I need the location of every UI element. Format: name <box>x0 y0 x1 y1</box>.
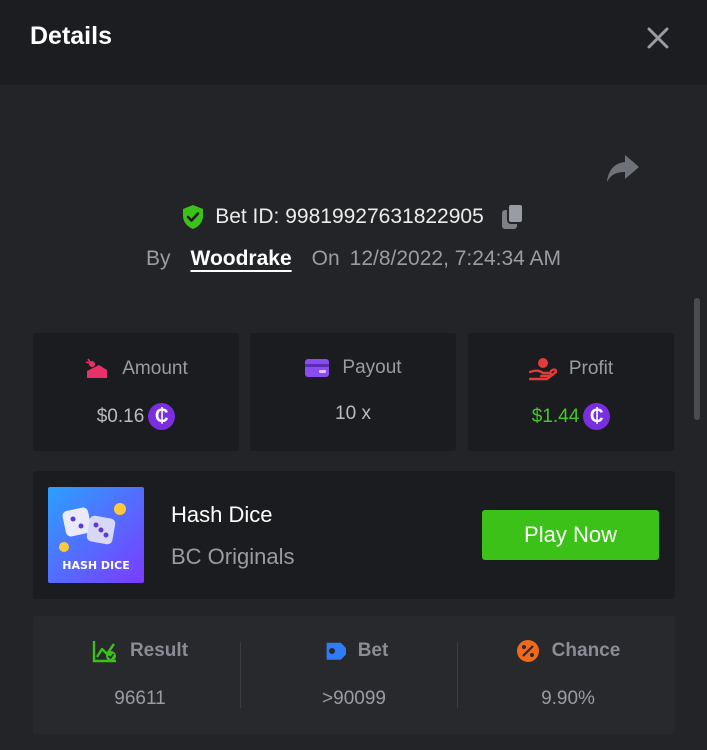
share-button[interactable] <box>604 152 642 186</box>
chance-value: 9.90% <box>541 688 595 709</box>
chance-column: Chance 9.90% <box>461 616 675 734</box>
game-card: HASH DICE Hash Dice BC Originals Play No… <box>33 471 675 599</box>
share-icon <box>607 155 639 182</box>
play-now-button[interactable]: Play Now <box>482 510 659 560</box>
percent-icon <box>516 640 539 662</box>
payout-card: Payout 10 x <box>250 333 456 451</box>
thumb-caption: HASH DICE <box>62 559 130 572</box>
result-value: 96611 <box>114 688 166 709</box>
result-label: Result <box>129 640 189 661</box>
result-column: Result 96611 <box>33 616 247 734</box>
details-header: Details <box>0 0 707 85</box>
amount-card: Amount $0.16 ₵ <box>33 333 239 451</box>
bet-id-row: Bet ID: 99819927631822905 <box>0 200 707 234</box>
profit-card: Profit $1.44 ₵ <box>468 333 674 451</box>
on-label: On <box>311 247 340 270</box>
divider <box>457 642 458 708</box>
username-link[interactable]: Woodrake <box>191 247 292 271</box>
amount-icon <box>85 358 108 378</box>
close-icon <box>647 27 669 49</box>
bet-label: Bet <box>357 640 389 661</box>
chance-label: Chance <box>551 640 621 661</box>
profit-value: $1.44 <box>531 405 580 427</box>
result-card: Result 96611 Bet >90099 Chance 9.90% <box>33 616 675 734</box>
bet-value: >90099 <box>322 688 386 709</box>
game-provider: BC Originals <box>171 544 295 569</box>
bet-id: Bet ID: 99819927631822905 <box>215 205 484 228</box>
profit-icon <box>528 358 557 381</box>
copy-icon[interactable] <box>500 203 526 231</box>
payout-label: Payout <box>342 357 402 378</box>
bet-meta-row: By Woodrake On 12/8/2022, 7:24:34 AM <box>0 242 707 276</box>
amount-label: Amount <box>122 358 188 379</box>
game-name[interactable]: Hash Dice <box>171 502 272 528</box>
bet-column: Bet >90099 <box>247 616 461 734</box>
bet-tag-icon <box>326 642 346 660</box>
result-chart-icon <box>92 641 116 663</box>
by-label: By <box>145 247 171 270</box>
bet-datetime: 12/8/2022, 7:24:34 AM <box>349 247 561 270</box>
divider <box>240 642 241 708</box>
shield-check-icon <box>183 205 204 229</box>
amount-value: $0.16 <box>96 405 145 427</box>
game-thumbnail[interactable]: HASH DICE <box>48 487 144 583</box>
coin-icon: ₵ <box>148 403 176 430</box>
coin-icon: ₵ <box>583 403 611 430</box>
payout-value: 10 x <box>335 403 371 424</box>
page-title: Details <box>30 22 112 50</box>
scrollbar[interactable] <box>694 298 700 420</box>
close-button[interactable] <box>644 24 672 52</box>
profit-label: Profit <box>568 358 614 379</box>
payout-icon <box>305 359 330 377</box>
